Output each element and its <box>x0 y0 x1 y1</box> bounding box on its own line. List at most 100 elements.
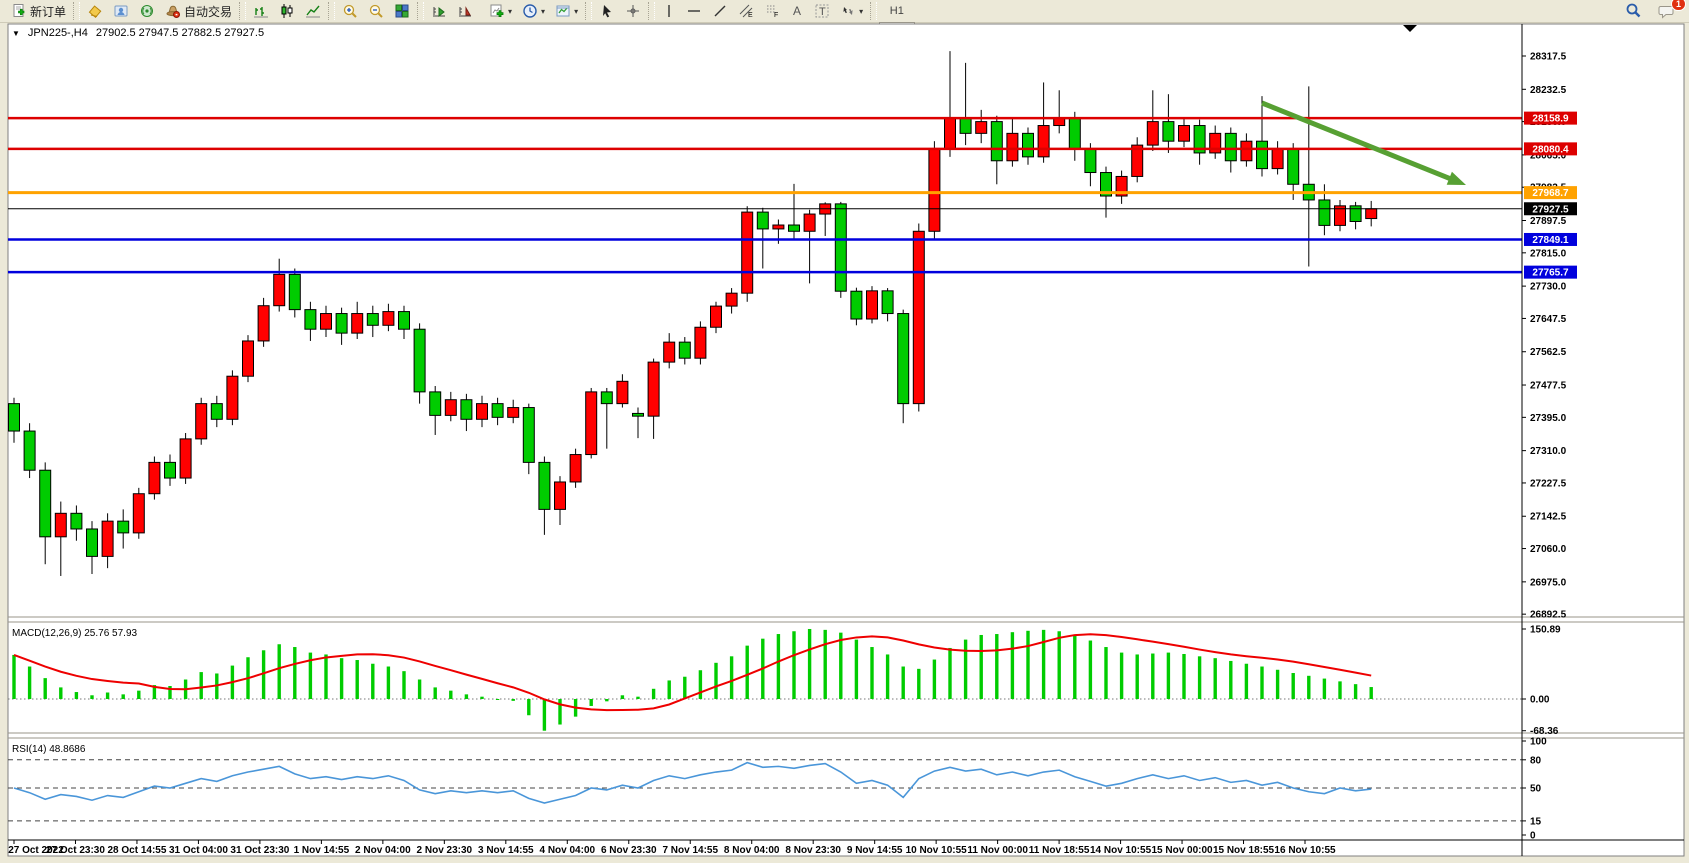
macd-tick-label: 150.89 <box>1530 624 1561 635</box>
horizontal-line-icon <box>686 3 702 19</box>
chart-title-ohlc: 27902.5 27947.5 27882.5 27927.5 <box>96 27 264 39</box>
price-tick-label: 27227.5 <box>1530 478 1567 489</box>
candle <box>118 521 129 533</box>
candle <box>71 513 82 529</box>
new-order-icon <box>11 3 27 19</box>
horizontal-line-button[interactable] <box>681 0 707 22</box>
candle <box>976 122 987 134</box>
autotrading-button[interactable]: 自动交易 <box>160 0 237 22</box>
candle <box>55 513 66 537</box>
line-chart-button[interactable] <box>300 0 326 22</box>
main-toolbar: 新订单 自动交易 ▾ ▾ ▾ E F A T ▾ M1M5M15M30H1H4D… <box>0 0 1689 23</box>
text-button[interactable]: A <box>785 0 809 22</box>
candle <box>991 122 1002 161</box>
price-tick-label: 27815.0 <box>1530 248 1567 259</box>
toolbar-grip <box>417 2 424 20</box>
price-tick-label: 27562.5 <box>1530 347 1567 358</box>
candle <box>804 214 815 231</box>
zoom-out-icon <box>368 3 384 19</box>
macd-tick-label: 0.00 <box>1530 695 1550 706</box>
cascade-windows-button[interactable] <box>452 0 478 22</box>
signals-button[interactable] <box>134 0 160 22</box>
chevron-down-icon: ▾ <box>574 7 578 16</box>
templates-button[interactable]: ▾ <box>550 0 583 22</box>
time-tick-label: 15 Nov 00:00 <box>1151 845 1213 856</box>
periods-icon <box>522 3 538 19</box>
candle <box>523 408 534 463</box>
price-tick-label: 27310.0 <box>1530 446 1567 457</box>
price-label-text: 27849.1 <box>1532 235 1569 246</box>
cursor-icon <box>599 3 615 19</box>
toolbar-grip <box>870 2 877 20</box>
price-label-text: 27968.7 <box>1532 188 1569 199</box>
price-tick-label: 27647.5 <box>1530 314 1567 325</box>
text-label-button[interactable]: T <box>809 0 835 22</box>
notifications-button[interactable]: 1 <box>1653 0 1681 22</box>
chart-title-symbol: JPN225-,H4 <box>28 27 88 39</box>
fibonacci-icon: F <box>764 3 780 19</box>
candle <box>399 312 410 330</box>
candle <box>1257 141 1268 168</box>
time-tick-label: 7 Nov 14:55 <box>662 845 718 856</box>
zoom-in-icon <box>342 3 358 19</box>
chart-canvas[interactable]: 28317.528232.528150.028065.027982.527897… <box>0 22 1689 863</box>
candle <box>40 470 51 537</box>
candle <box>835 204 846 291</box>
candle <box>960 118 971 134</box>
candle <box>539 462 550 509</box>
price-tick-label: 27142.5 <box>1530 512 1567 523</box>
chart-menu-dropdown-icon[interactable]: ▼ <box>12 29 20 38</box>
candlestick-chart-button[interactable] <box>274 0 300 22</box>
zoom-in-button[interactable] <box>337 0 363 22</box>
crosshair-button[interactable] <box>620 0 646 22</box>
candle <box>1319 200 1330 225</box>
candle <box>477 404 488 420</box>
bar-chart-button[interactable] <box>248 0 274 22</box>
new-order-button[interactable]: 新订单 <box>6 0 71 22</box>
tile-windows-button[interactable] <box>389 0 415 22</box>
profile-button[interactable] <box>108 0 134 22</box>
trendline-button[interactable] <box>707 0 733 22</box>
time-tick-label: 27 Oct 23:30 <box>46 845 105 856</box>
arrange-windows-button[interactable] <box>426 0 452 22</box>
zoom-out-button[interactable] <box>363 0 389 22</box>
time-tick-label: 9 Nov 14:55 <box>847 845 903 856</box>
arrows-button[interactable]: ▾ <box>835 0 868 22</box>
search-icon <box>1624 2 1642 20</box>
quotes-button[interactable] <box>82 0 108 22</box>
price-tick-label: 27477.5 <box>1530 381 1567 392</box>
candle <box>617 381 628 403</box>
price-tick-label: 27395.0 <box>1530 413 1567 424</box>
candle <box>664 342 675 362</box>
equidistant-channel-button[interactable]: E <box>733 0 759 22</box>
candle <box>945 118 956 149</box>
candle <box>149 462 160 493</box>
autotrading-label: 自动交易 <box>184 3 232 20</box>
candle <box>461 400 472 420</box>
periods-button[interactable]: ▾ <box>517 0 550 22</box>
vertical-line-button[interactable] <box>657 0 681 22</box>
candle <box>383 312 394 326</box>
search-button[interactable] <box>1619 0 1647 22</box>
candle <box>9 404 20 431</box>
crosshair-icon <box>625 3 641 19</box>
new-chart-button[interactable]: ▾ <box>484 0 517 22</box>
time-tick-label: 6 Nov 23:30 <box>601 845 657 856</box>
candle <box>633 413 644 416</box>
arrange-windows-icon <box>431 3 447 19</box>
candle <box>1366 209 1377 219</box>
text-icon: A <box>790 3 804 19</box>
price-label-text: 28080.4 <box>1532 144 1569 155</box>
svg-text:E: E <box>748 12 753 19</box>
fibonacci-button[interactable]: F <box>759 0 785 22</box>
cursor-button[interactable] <box>594 0 620 22</box>
tf-button-h1[interactable]: H1 <box>879 0 914 22</box>
toolbar-grip <box>648 2 655 20</box>
price-tick-label: 26975.0 <box>1530 577 1567 588</box>
candle <box>742 212 753 293</box>
candle <box>1288 149 1299 184</box>
candle <box>726 293 737 306</box>
price-label-text: 27927.5 <box>1532 204 1569 215</box>
chevron-down-icon: ▾ <box>508 7 512 16</box>
tile-windows-icon <box>394 3 410 19</box>
